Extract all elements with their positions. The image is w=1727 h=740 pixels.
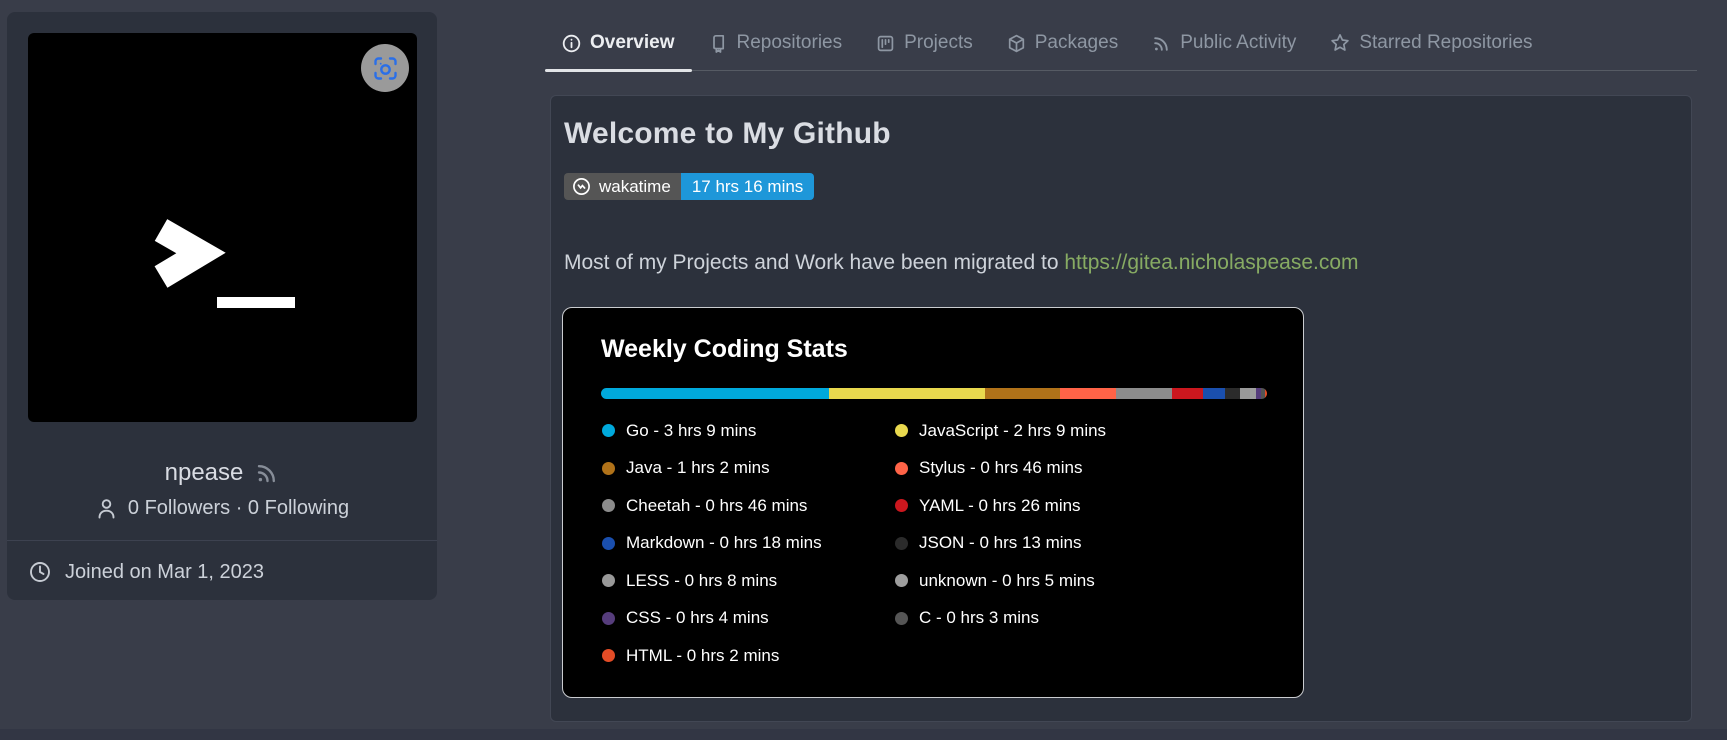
legend-dot — [602, 424, 615, 437]
follow-stats: 0 Followers · 0 Following — [7, 497, 437, 520]
camera-viewfinder-icon — [372, 55, 399, 82]
tab-repositories[interactable]: Repositories — [692, 16, 860, 70]
legend-label: Cheetah - 0 hrs 46 mins — [626, 496, 807, 516]
legend-label: JavaScript - 2 hrs 9 mins — [919, 421, 1106, 441]
legend-dot — [602, 649, 615, 662]
legend-item-java: Java - 1 hrs 2 mins — [602, 450, 895, 488]
bar-segment-json — [1225, 388, 1241, 399]
legend-dot — [895, 424, 908, 437]
legend-label: Java - 1 hrs 2 mins — [626, 458, 770, 478]
bar-segment-yaml — [1172, 388, 1203, 399]
profile-tabs: Overview Repositories Projects — [545, 16, 1697, 71]
joined-row: Joined on Mar 1, 2023 — [28, 560, 264, 584]
legend-dot — [895, 499, 908, 512]
info-circle-icon — [562, 34, 581, 53]
bar-segment-html — [1265, 388, 1267, 399]
tab-public-activity[interactable]: Public Activity — [1135, 16, 1313, 70]
legend-item-less: LESS - 0 hrs 8 mins — [602, 562, 895, 600]
person-icon — [95, 497, 118, 520]
legend-label: C - 0 hrs 3 mins — [919, 608, 1039, 628]
tab-starred-repositories[interactable]: Starred Repositories — [1313, 16, 1549, 70]
star-icon — [1330, 33, 1350, 53]
tab-packages[interactable]: Packages — [990, 16, 1135, 70]
bar-segment-markdown — [1203, 388, 1225, 399]
legend-item-javascript: JavaScript - 2 hrs 9 mins — [895, 412, 1106, 450]
welcome-heading: Welcome to My Github — [564, 117, 1691, 151]
bar-segment-java — [985, 388, 1060, 399]
legend-dot — [895, 462, 908, 475]
bar-segment-stylus — [1060, 388, 1116, 399]
legend-label: Stylus - 0 hrs 46 mins — [919, 458, 1082, 478]
repo-book-icon — [709, 34, 728, 53]
clock-icon — [28, 560, 52, 584]
bar-segment-less — [1240, 388, 1250, 399]
legend-dot — [895, 574, 908, 587]
legend-label: Markdown - 0 hrs 18 mins — [626, 533, 822, 553]
legend-item-c: C - 0 hrs 3 mins — [895, 600, 1106, 638]
legend-label: LESS - 0 hrs 8 mins — [626, 571, 777, 591]
terminal-prompt-icon — [28, 33, 417, 422]
migration-note: Most of my Projects and Work have been m… — [564, 251, 1359, 275]
legend-item-json: JSON - 0 hrs 13 mins — [895, 525, 1106, 563]
legend-dot — [602, 574, 615, 587]
bottom-strip — [0, 729, 1727, 740]
tab-overview[interactable]: Overview — [545, 16, 692, 70]
legend-col-1: Go - 3 hrs 9 mins Java - 1 hrs 2 mins Chee… — [602, 412, 895, 675]
wakatime-badge-label: wakatime — [564, 173, 681, 200]
legend-dot — [602, 462, 615, 475]
legend-label: HTML - 0 hrs 2 mins — [626, 646, 779, 666]
username: npease — [165, 459, 244, 487]
legend-item-stylus: Stylus - 0 hrs 46 mins — [895, 450, 1106, 488]
user-avatar — [28, 33, 417, 422]
gitea-profile-page: npease 0 Followers · 0 Following Joined … — [0, 0, 1727, 740]
legend-item-cheetah: Cheetah - 0 hrs 46 mins — [602, 487, 895, 525]
follow-stats-text: 0 Followers · 0 Following — [128, 497, 349, 520]
wakatime-badge: wakatime 17 hrs 16 mins — [564, 173, 814, 200]
legend-col-2: JavaScript - 2 hrs 9 mins Stylus - 0 hrs … — [895, 412, 1106, 675]
legend-item-markdown: Markdown - 0 hrs 18 mins — [602, 525, 895, 563]
kanban-board-icon — [876, 34, 895, 53]
wakatime-badge-value: 17 hrs 16 mins — [681, 173, 815, 200]
overview-content: Welcome to My Github wakatime 17 hrs 16 … — [550, 95, 1692, 722]
bar-segment-go — [601, 388, 829, 399]
legend-item-yaml: YAML - 0 hrs 26 mins — [895, 487, 1106, 525]
profile-card: npease 0 Followers · 0 Following Joined … — [7, 12, 437, 600]
legend-label: unknown - 0 hrs 5 mins — [919, 571, 1095, 591]
legend-label: CSS - 0 hrs 4 mins — [626, 608, 769, 628]
bar-segment-javascript — [829, 388, 985, 399]
stats-title: Weekly Coding Stats — [601, 335, 1303, 364]
gitea-link[interactable]: https://gitea.nicholaspease.com — [1064, 251, 1358, 274]
tab-projects[interactable]: Projects — [859, 16, 990, 70]
bar-segment-cheetah — [1116, 388, 1172, 399]
legend-item-css: CSS - 0 hrs 4 mins — [602, 600, 895, 638]
rss-icon[interactable] — [255, 461, 279, 485]
legend-item-html: HTML - 0 hrs 2 mins — [602, 637, 895, 675]
legend-dot — [602, 612, 615, 625]
feed-waves-icon — [1152, 34, 1171, 53]
legend-label: JSON - 0 hrs 13 mins — [919, 533, 1082, 553]
username-row: npease — [7, 459, 437, 487]
legend-item-unknown: unknown - 0 hrs 5 mins — [895, 562, 1106, 600]
visual-search-button[interactable] — [361, 44, 409, 92]
legend-item-go: Go - 3 hrs 9 mins — [602, 412, 895, 450]
weekly-coding-stats-card: Weekly Coding Stats Go - 3 hrs 9 mins Jav… — [562, 307, 1304, 698]
package-cube-icon — [1007, 34, 1026, 53]
stats-legend: Go - 3 hrs 9 mins Java - 1 hrs 2 mins Chee… — [602, 412, 1106, 675]
legend-label: YAML - 0 hrs 26 mins — [919, 496, 1081, 516]
legend-dot — [602, 537, 615, 550]
stats-bar — [601, 388, 1267, 399]
legend-dot — [895, 537, 908, 550]
legend-dot — [895, 612, 908, 625]
legend-dot — [602, 499, 615, 512]
migration-text: Most of my Projects and Work have been m… — [564, 251, 1064, 274]
wakatime-clock-icon — [572, 177, 591, 196]
profile-divider — [7, 540, 437, 541]
legend-label: Go - 3 hrs 9 mins — [626, 421, 756, 441]
joined-text: Joined on Mar 1, 2023 — [65, 561, 264, 584]
